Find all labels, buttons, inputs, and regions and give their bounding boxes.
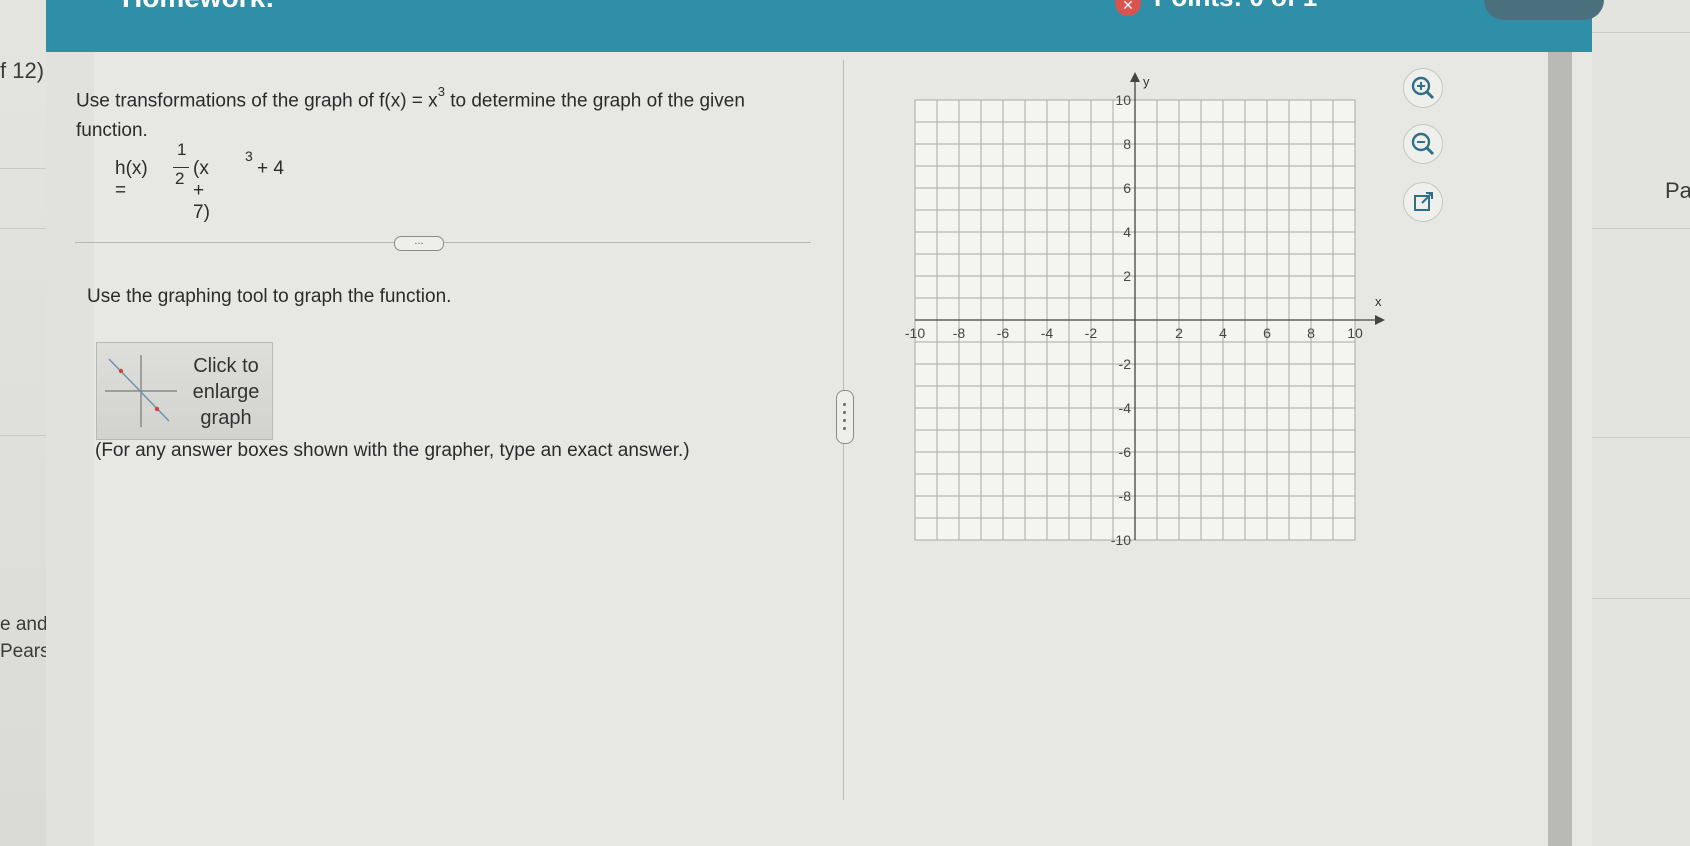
graph-thumbnail-icon [105, 355, 177, 427]
graph-area[interactable]: x y -10 -8 -6 -4 -2 2 4 6 8 10 10 8 6 4 2 -2 -4 -6 -8 -10 [895, 70, 1415, 595]
y-tick-label: 4 [1123, 224, 1131, 240]
question-number-fragment: f 12) [0, 58, 45, 83]
prompt-line-2: function. [76, 120, 148, 142]
enlarge-label-line-1: Click to [193, 355, 259, 377]
fraction-bar [173, 167, 189, 168]
x-axis-arrow [1375, 315, 1385, 325]
x-tick-label: -6 [997, 325, 1010, 341]
y-tick-label: -4 [1119, 400, 1132, 416]
popout-icon[interactable] [1403, 182, 1443, 222]
prompt-exponent: 3 [437, 84, 445, 99]
y-tick-label: 2 [1123, 268, 1131, 284]
zoom-out-icon[interactable] [1403, 124, 1443, 164]
y-tick-label: 6 [1123, 180, 1131, 196]
x-tick-label: -8 [953, 325, 966, 341]
y-axis-arrow [1130, 72, 1140, 82]
header-title: Homework: [122, 0, 274, 14]
enlarge-graph-button[interactable]: Click to enlarge graph [96, 342, 273, 440]
x-axis-label: x [1375, 294, 1382, 309]
zoom-in-icon[interactable] [1403, 68, 1443, 108]
equation-lhs: h(x) = [115, 158, 148, 201]
enlarge-graph-label: Click to enlarge graph [181, 353, 271, 431]
y-tick-label: -8 [1119, 488, 1132, 504]
x-tick-label: -4 [1041, 325, 1054, 341]
instruction-text: Use the graphing tool to graph the funct… [87, 286, 452, 307]
y-tick-label: -6 [1119, 444, 1132, 460]
y-tick-label: 8 [1123, 136, 1131, 152]
panel-left-edge [46, 52, 94, 846]
fraction-numerator: 1 [177, 140, 187, 159]
prompt-text: Use transformations of the graph of f(x)… [76, 90, 438, 112]
fraction-denominator: 2 [175, 169, 185, 188]
y-axis-label: y [1143, 74, 1150, 89]
x-tick-label: 10 [1347, 325, 1363, 341]
page-scrollbar[interactable] [1548, 0, 1572, 846]
enlarge-label-line-3: graph [200, 407, 252, 429]
equation-inner: (x + 7) [193, 158, 210, 223]
equation-exponent: 3 [245, 148, 253, 164]
y-tick-label: -10 [1111, 532, 1131, 548]
x-tick-label: 6 [1263, 325, 1271, 341]
enlarge-label-line-2: enlarge [192, 381, 260, 403]
right-fragment: Pa [1665, 178, 1690, 203]
expand-more-button[interactable]: ... [394, 236, 444, 251]
points-label: Points: 0 of 1 [1154, 0, 1317, 13]
y-tick-label: 10 [1115, 92, 1131, 108]
x-tick-label: 2 [1175, 325, 1183, 341]
x-tick-label: 8 [1307, 325, 1315, 341]
answer-note: (For any answer boxes shown with the gra… [95, 440, 690, 461]
header-bar: Homework: ✕ Points: 0 of 1 [46, 0, 1604, 52]
y-tick-label: -2 [1119, 356, 1132, 372]
coordinate-grid[interactable]: x y -10 -8 -6 -4 -2 2 4 6 8 10 10 8 6 4 2 -2 -4 -6 -8 -10 [895, 70, 1415, 590]
header-action-button[interactable] [1484, 0, 1604, 20]
x-tick-label: -10 [905, 325, 925, 341]
x-tick-label: 4 [1219, 325, 1227, 341]
x-tick-label: -2 [1085, 325, 1098, 341]
equation-tail: + 4 [257, 158, 284, 179]
question-prompt: Use transformations of the graph of f(x)… [76, 80, 836, 146]
x-circle-icon: ✕ [1115, 0, 1141, 16]
prompt-text-cont: to determine the graph of the given [444, 90, 745, 112]
pane-resize-handle[interactable] [836, 390, 854, 444]
